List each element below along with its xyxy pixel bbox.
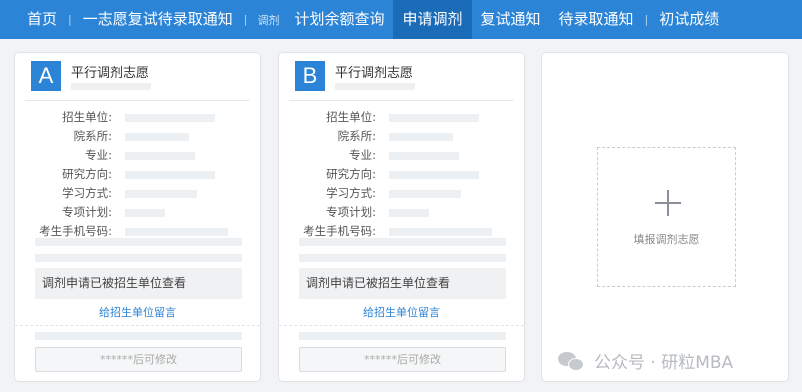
volunteer-card-a: A 平行调剂志愿 招生单位: 院系所: 专业: 研究方向: 学习方式: 专项计划… xyxy=(14,52,261,382)
card-title: 平行调剂志愿 xyxy=(335,66,414,81)
text-placeholder-bar xyxy=(299,238,506,246)
field-value-placeholder xyxy=(125,152,195,160)
field-label-department: 院系所: xyxy=(73,129,112,143)
info-row: 专业: xyxy=(15,146,260,165)
field-value-placeholder xyxy=(125,209,165,217)
text-placeholder-bar xyxy=(35,254,242,262)
modify-button[interactable]: ******后可修改 xyxy=(35,347,242,372)
title-placeholder xyxy=(71,83,151,90)
info-row: 研究方向: xyxy=(15,165,260,184)
field-label-school: 招生单位: xyxy=(62,110,112,124)
text-placeholder-bar xyxy=(35,332,242,340)
info-row: 学习方式: xyxy=(279,184,524,203)
card-header: A 平行调剂志愿 xyxy=(25,53,250,101)
field-value-placeholder xyxy=(389,133,453,141)
field-label-major: 专业: xyxy=(349,148,376,162)
nav-initial-scores[interactable]: 初试成绩 xyxy=(650,0,728,39)
wechat-icon xyxy=(558,350,586,372)
field-value-placeholder xyxy=(389,152,459,160)
nav-apply-adjustment[interactable]: 申请调剂 xyxy=(393,0,472,39)
watermark: 公众号 · 研粒MBA xyxy=(558,348,733,373)
card-title: 平行调剂志愿 xyxy=(71,66,150,81)
info-row: 院系所: xyxy=(279,127,524,146)
info-rows: 招生单位: 院系所: 专业: 研究方向: 学习方式: 专项计划: 考生手机号码: xyxy=(15,108,260,241)
field-value-placeholder xyxy=(389,171,479,179)
field-value-placeholder xyxy=(389,209,429,217)
info-row: 学习方式: xyxy=(15,184,260,203)
field-value-placeholder xyxy=(125,114,215,122)
leave-message-link[interactable]: 给招生单位留言 xyxy=(279,304,524,320)
watermark-text: 公众号 · 研粒MBA xyxy=(594,353,734,373)
leave-message-link[interactable]: 给招生单位留言 xyxy=(15,304,260,320)
add-volunteer-card: 填报调剂志愿 xyxy=(541,52,789,382)
text-placeholder-bar xyxy=(299,254,506,262)
nav-separator: | xyxy=(644,13,649,26)
nav-retest-notice[interactable]: 复试通知 xyxy=(472,0,550,39)
field-label-study-mode: 学习方式: xyxy=(62,186,112,200)
modify-button[interactable]: ******后可修改 xyxy=(299,347,506,372)
top-navbar: 首页 | 一志愿复试待录取通知 | 调剂 计划余额查询 申请调剂 复试通知 待录… xyxy=(0,0,802,39)
nav-separator: | xyxy=(68,13,72,26)
nav-first-choice-retest[interactable]: 一志愿复试待录取通知 xyxy=(74,0,242,39)
status-notice: 调剂申请已被招生单位查看 xyxy=(299,268,506,299)
title-placeholder xyxy=(335,83,415,90)
info-row: 院系所: xyxy=(15,127,260,146)
nav-pending-admission[interactable]: 待录取通知 xyxy=(550,0,643,39)
add-volunteer-label: 填报调剂志愿 xyxy=(633,233,700,246)
field-value-placeholder xyxy=(389,190,461,198)
nav-separator: | xyxy=(243,13,248,26)
info-row: 专项计划: xyxy=(15,203,260,222)
dashed-divider xyxy=(15,325,260,326)
field-label-special-plan: 专项计划: xyxy=(62,205,112,219)
field-label-research: 研究方向: xyxy=(62,167,112,181)
field-label-study-mode: 学习方式: xyxy=(326,186,376,200)
field-value-placeholder xyxy=(389,228,492,236)
text-placeholder-bar xyxy=(299,332,506,340)
dashed-divider xyxy=(279,325,524,326)
text-placeholder-bar xyxy=(35,238,242,246)
status-notice: 调剂申请已被招生单位查看 xyxy=(35,268,242,299)
card-header: B 平行调剂志愿 xyxy=(289,53,514,101)
field-value-placeholder xyxy=(125,190,197,198)
card-letter-badge: A xyxy=(31,61,61,91)
plus-icon xyxy=(655,190,681,216)
info-row: 专业: xyxy=(279,146,524,165)
volunteer-card-b: B 平行调剂志愿 招生单位: 院系所: 专业: 研究方向: 学习方式: 专项计划… xyxy=(278,52,525,382)
field-label-research: 研究方向: xyxy=(326,167,376,181)
field-value-placeholder xyxy=(125,171,215,179)
nav-quota-query[interactable]: 计划余额查询 xyxy=(285,0,393,39)
info-row: 专项计划: xyxy=(279,203,524,222)
field-label-school: 招生单位: xyxy=(326,110,376,124)
info-row: 招生单位: xyxy=(15,108,260,127)
nav-section-tag: 调剂 xyxy=(257,13,280,27)
field-label-department: 院系所: xyxy=(337,129,376,143)
nav-home[interactable]: 首页 xyxy=(18,0,66,39)
field-value-placeholder xyxy=(125,228,228,236)
add-volunteer-button[interactable]: 填报调剂志愿 xyxy=(597,147,736,287)
card-letter-badge: B xyxy=(295,61,325,91)
field-label-special-plan: 专项计划: xyxy=(326,205,376,219)
field-label-major: 专业: xyxy=(85,148,112,162)
info-row: 招生单位: xyxy=(279,108,524,127)
info-rows: 招生单位: 院系所: 专业: 研究方向: 学习方式: 专项计划: 考生手机号码: xyxy=(279,108,524,241)
field-value-placeholder xyxy=(125,133,189,141)
field-value-placeholder xyxy=(389,114,479,122)
info-row: 研究方向: xyxy=(279,165,524,184)
